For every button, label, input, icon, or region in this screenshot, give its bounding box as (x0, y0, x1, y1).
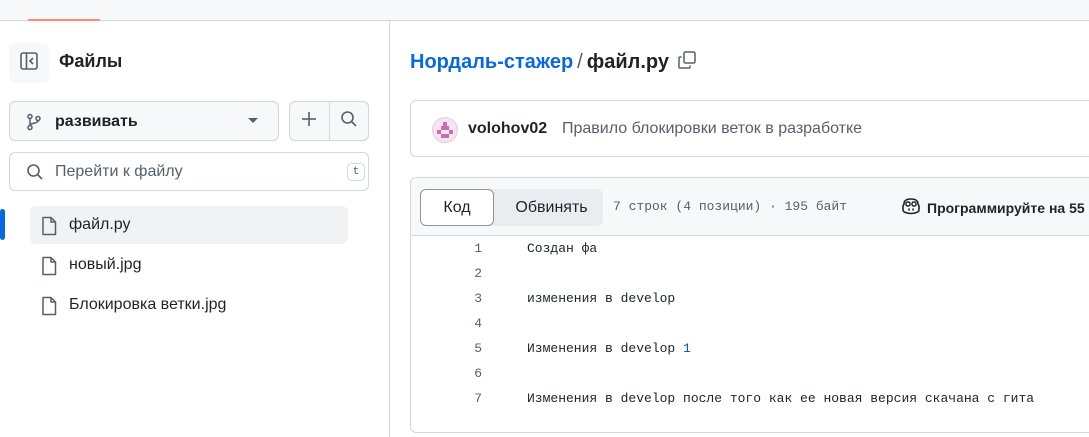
copy-icon (677, 50, 697, 75)
tab-code[interactable]: Код (420, 189, 494, 226)
breadcrumb-separator: / (577, 51, 583, 73)
file-name: Блокировка ветки.jpg (69, 296, 227, 313)
line-number[interactable]: 5 (411, 336, 482, 361)
line-number[interactable]: 7 (411, 386, 482, 411)
current-file-name: файл.ру (586, 51, 669, 73)
file-name: файл.ру (69, 216, 131, 233)
keyboard-shortcut-hint: t (347, 163, 365, 181)
go-to-file-field[interactable]: t (9, 152, 369, 191)
file-tree-sidebar: Файлы развивать t файл. (0, 21, 390, 437)
code-line: 5 Изменения в develop 1 (411, 336, 1089, 361)
breadcrumb: Нордаль-стажер / файл.ру (410, 51, 669, 74)
chevron-down-icon (248, 118, 258, 123)
code-line: 4 (411, 311, 1089, 336)
code-line: 1 Создан фа (411, 236, 1089, 261)
sidebar-title: Файлы (59, 51, 123, 71)
file-tree-item[interactable]: Блокировка ветки.jpg (30, 286, 348, 324)
add-file-button[interactable] (290, 102, 329, 140)
line-text: Создан фа (527, 241, 598, 256)
branch-name: развивать (55, 113, 138, 130)
file-icon (40, 256, 58, 281)
code-line: 6 (411, 361, 1089, 386)
line-text: изменения в develop (527, 291, 676, 306)
active-file-indicator (0, 209, 5, 240)
number-token: 1 (683, 341, 691, 356)
line-number[interactable]: 1 (411, 236, 482, 261)
file-tree-item[interactable]: файл.ру (30, 206, 348, 244)
file-icon (40, 216, 58, 241)
sidebar-collapse-icon (19, 51, 39, 76)
file-header: Код Обвинять 7 строк (4 позиции) · 195 б… (411, 178, 1089, 236)
search-icon (340, 110, 358, 133)
code-line: 7 Изменения в develop после того как ее … (411, 386, 1089, 411)
file-viewer: Нордаль-стажер / файл.ру volohov02 Правило… (390, 21, 1089, 437)
line-number[interactable]: 6 (411, 361, 482, 386)
avatar[interactable] (432, 117, 458, 143)
latest-commit-box: volohov02 Правило блокировки веток в раз… (410, 100, 1089, 157)
plus-icon (300, 110, 318, 133)
copilot-icon (901, 197, 927, 218)
line-number[interactable]: 4 (411, 311, 482, 336)
file-content-box: Код Обвинять 7 строк (4 позиции) · 195 б… (410, 177, 1089, 433)
line-text: Изменения в develop после того как ее но… (527, 391, 1035, 406)
go-to-file-input[interactable] (55, 161, 325, 183)
copilot-label: Программируйте на 55 (927, 199, 1085, 216)
search-code-button[interactable] (328, 102, 369, 140)
search-icon (26, 163, 44, 186)
commit-author[interactable]: volohov02 (468, 120, 547, 138)
collapse-sidebar-button[interactable] (9, 43, 49, 83)
file-icon (40, 296, 58, 321)
line-number[interactable]: 3 (411, 286, 482, 311)
tab-blame[interactable]: Обвинять (500, 189, 603, 226)
browser-top-bar (0, 0, 1089, 21)
file-stats: 7 строк (4 позиции) · 195 байт (613, 199, 848, 214)
repo-link[interactable]: Нордаль-стажер (410, 51, 573, 73)
code-line: 2 (411, 261, 1089, 286)
git-branch-icon (25, 113, 43, 136)
line-number[interactable]: 2 (411, 261, 482, 286)
branch-selector[interactable]: развивать (9, 101, 279, 141)
copy-path-button[interactable] (674, 49, 700, 75)
view-toggle: Код Обвинять (420, 189, 603, 226)
tree-actions (289, 101, 369, 141)
file-name: новый.jpg (69, 256, 142, 273)
copilot-button[interactable]: Программируйте на 55 (901, 197, 1085, 218)
line-text: Изменения в develop (527, 341, 684, 356)
line-text-wrap: Изменения в develop 1 (527, 336, 691, 361)
code-line: 3 изменения в develop (411, 286, 1089, 311)
file-tree-item[interactable]: новый.jpg (30, 246, 348, 284)
commit-message[interactable]: Правило блокировки веток в разработке (562, 120, 862, 138)
